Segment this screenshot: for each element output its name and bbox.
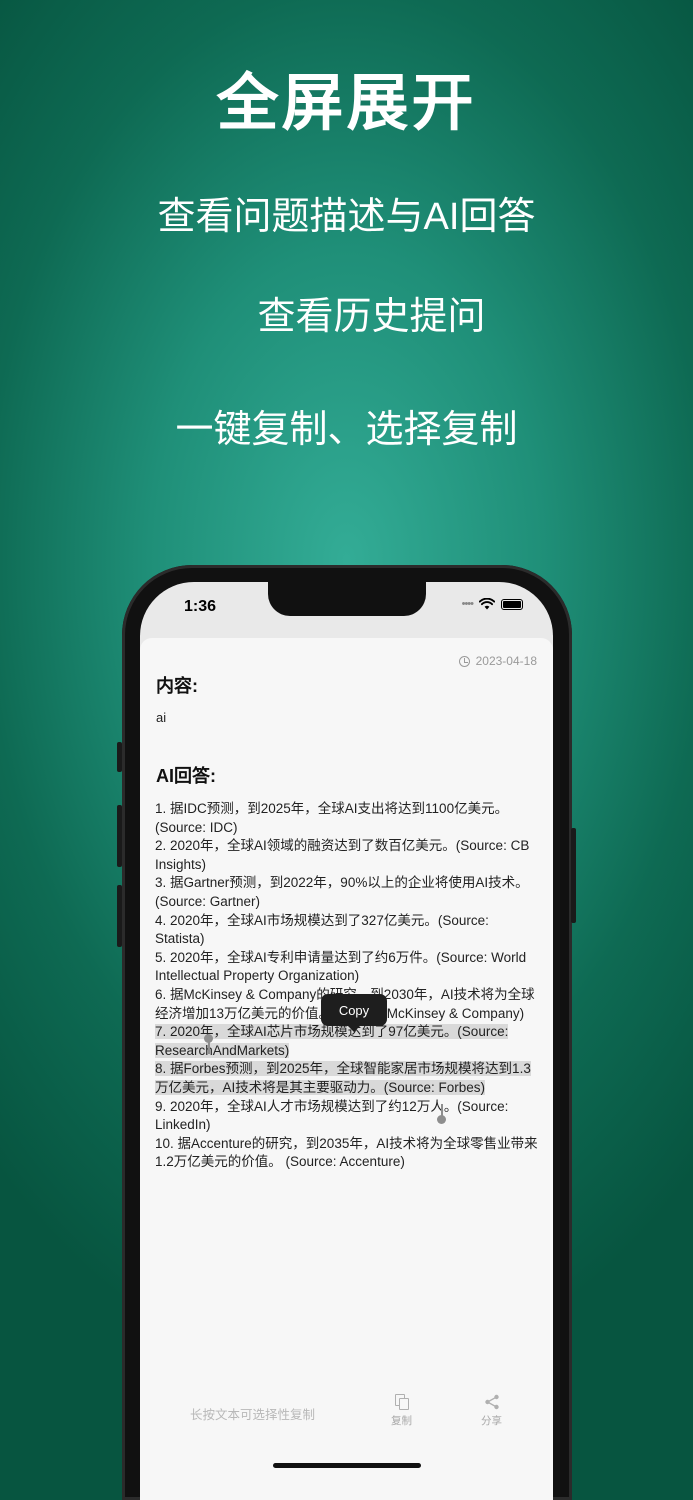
long-press-hint: 长按文本可选择性复制 [190,1408,316,1422]
share-icon [484,1394,499,1410]
date-row: 2023-04-18 [458,654,537,668]
promo-feature-2: 查看历史提问 [257,296,486,338]
signal-icon: •••• [461,598,474,610]
selected-text[interactable]: 8. 据Forbes预测，到2025年，全球智能家居市场规模将达到1.3万亿美元… [155,1061,531,1095]
answer-item[interactable]: 10. 据Accenture的研究，到2035年，AI技术将为全球零售业带来1.… [155,1135,540,1172]
selection-end-handle[interactable] [437,1104,446,1124]
home-indicator[interactable] [273,1463,421,1468]
answer-item-selected: 8. 据Forbes预测，到2025年，全球智能家居市场规模将达到1.3万亿美元… [155,1060,540,1097]
answer-item[interactable]: 2. 2020年，全球AI领域的融资达到了数百亿美元。(Source: CB I… [155,837,540,874]
detail-sheet: 2023-04-18 内容: ai AI回答: 1. 据IDC预测，到2025年… [140,638,553,1500]
answer-item[interactable]: 1. 据IDC预测，到2025年，全球AI支出将达到1100亿美元。(Sourc… [155,800,540,837]
volume-up-button [117,805,122,867]
copy-button[interactable]: 复制 [391,1394,412,1428]
clock-icon [458,655,470,667]
copy-tooltip-button[interactable]: Copy [321,994,387,1032]
promo-title: 全屏展开 [216,69,477,138]
copy-label: 复制 [391,1415,412,1427]
answer-item[interactable]: 9. 2020年，全球AI人才市场规模达到了约12万人。(Source: Lin… [155,1098,540,1135]
status-time: 1:36 [184,598,217,615]
copy-icon [394,1394,409,1410]
date-text: 2023-04-18 [475,654,537,668]
volume-down-button [117,885,122,947]
answer-item[interactable]: 3. 据Gartner预测，到2022年，90%以上的企业将使用AI技术。 (S… [155,874,540,911]
promo-feature-1: 查看问题描述与AI回答 [157,196,536,238]
wifi-icon [479,598,495,610]
mute-switch [117,742,122,772]
ai-answer-label: AI回答: [156,766,216,786]
battery-icon [501,598,523,610]
answer-item[interactable]: 5. 2020年，全球AI专利申请量达到了约6万件。(Source: World… [155,949,540,986]
promo-feature-3: 一键复制、选择复制 [175,409,518,451]
answer-item[interactable]: 4. 2020年，全球AI市场规模达到了327亿美元。(Source: Stat… [155,912,540,949]
content-label: 内容: [156,676,198,696]
ai-answer-text[interactable]: 1. 据IDC预测，到2025年，全球AI支出将达到1100亿美元。(Sourc… [155,800,540,1172]
phone-screen: 1:36 •••• 2023-04-18 内容: ai AI回答: 1. 据ID… [140,582,553,1500]
power-button [571,828,576,923]
content-value[interactable]: ai [156,710,166,725]
share-label: 分享 [481,1415,502,1427]
status-icons: •••• [462,598,523,610]
share-button[interactable]: 分享 [481,1394,502,1428]
selection-start-handle[interactable] [204,1034,213,1054]
notch [268,582,426,616]
